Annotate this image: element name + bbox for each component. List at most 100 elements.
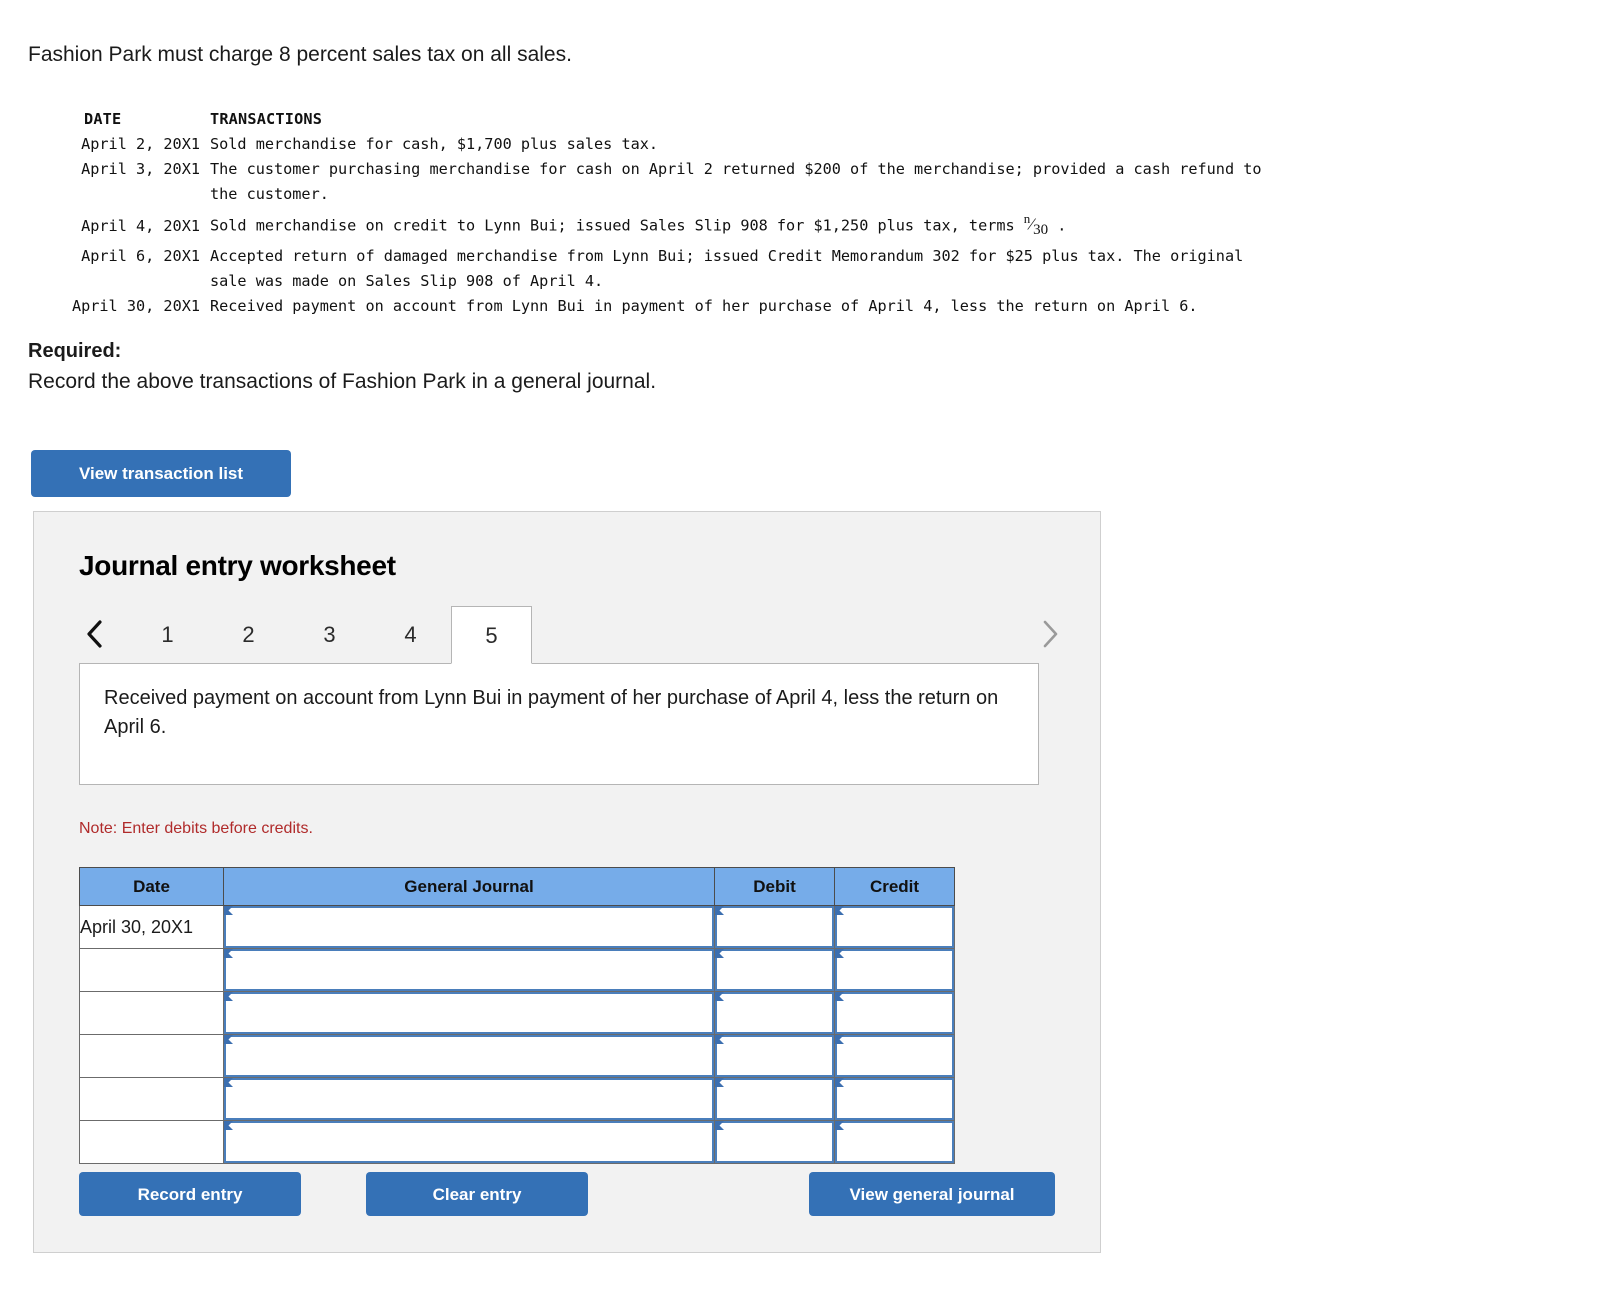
- debit-input[interactable]: [715, 992, 834, 1034]
- tab-3[interactable]: 3: [289, 606, 370, 664]
- date-cell[interactable]: April 30, 20X1: [79, 905, 224, 949]
- debits-before-credits-note: Note: Enter debits before credits.: [79, 820, 313, 837]
- transaction-description-continued: sale was made on Sales Slip 908 of April…: [210, 272, 604, 291]
- dropdown-flag-icon: [835, 1121, 844, 1130]
- debit-cell[interactable]: [714, 948, 835, 992]
- tab-1[interactable]: 1: [127, 606, 208, 664]
- terms-denominator: 30: [1033, 222, 1049, 239]
- transaction-row: April 6, 20X1 Accepted return of damaged …: [28, 244, 1262, 269]
- view-general-journal-button[interactable]: View general journal: [809, 1172, 1055, 1216]
- debit-input[interactable]: [715, 949, 834, 991]
- date-cell[interactable]: [79, 948, 224, 992]
- credit-cell[interactable]: [834, 1120, 955, 1164]
- terms-fraction: n⁄30: [1023, 211, 1049, 239]
- column-header-credit: Credit: [834, 867, 955, 906]
- transaction-date: April 2, 20X1: [81, 135, 200, 153]
- dropdown-flag-icon: [715, 949, 724, 958]
- credit-cell[interactable]: [834, 948, 955, 992]
- dropdown-flag-icon: [835, 1078, 844, 1087]
- debit-input[interactable]: [715, 906, 834, 948]
- credit-input[interactable]: [835, 1121, 954, 1163]
- transaction-date: April 30, 20X1: [71, 297, 200, 316]
- transaction-description: Accepted return of damaged merchandise f…: [210, 247, 1244, 266]
- intro-paragraph: Fashion Park must charge 8 percent sales…: [28, 43, 572, 66]
- general-journal-input[interactable]: [224, 1078, 714, 1120]
- general-journal-cell[interactable]: [223, 1120, 715, 1164]
- transaction-description-box: Received payment on account from Lynn Bu…: [79, 663, 1039, 785]
- transaction-row-continued: the customer.: [28, 182, 1262, 207]
- credit-cell[interactable]: [834, 1077, 955, 1121]
- transaction-row: April 2, 20X1 Sold merchandise for cash, …: [28, 132, 1262, 157]
- record-entry-button[interactable]: Record entry: [79, 1172, 301, 1216]
- transaction-description: Sold merchandise for cash, $1,700 plus s…: [210, 135, 659, 153]
- credit-input[interactable]: [835, 1078, 954, 1120]
- debit-input[interactable]: [715, 1121, 834, 1163]
- required-text: Record the above transactions of Fashion…: [28, 370, 657, 393]
- debit-cell[interactable]: [714, 991, 835, 1035]
- general-journal-input[interactable]: [224, 992, 714, 1034]
- transactions-header: DATE TRANSACTIONS: [28, 107, 1262, 132]
- date-cell[interactable]: [79, 1034, 224, 1078]
- transaction-row: April 3, 20X1 The customer purchasing mer…: [28, 157, 1262, 182]
- worksheet-title: Journal entry worksheet: [79, 550, 396, 581]
- general-journal-input[interactable]: [224, 1121, 714, 1163]
- transaction-row: April 4, 20X1 Sold merchandise on credit …: [28, 207, 1262, 244]
- transaction-date: April 6, 20X1: [81, 247, 200, 266]
- required-label: Required:: [28, 340, 122, 362]
- date-cell[interactable]: [79, 1077, 224, 1121]
- view-transaction-list-button[interactable]: View transaction list: [31, 450, 291, 497]
- chevron-right-icon[interactable]: [1034, 614, 1066, 654]
- general-journal-cell[interactable]: [223, 1034, 715, 1078]
- transaction-description-continued: the customer.: [210, 185, 329, 203]
- credit-cell[interactable]: [834, 1034, 955, 1078]
- general-journal-cell[interactable]: [223, 948, 715, 992]
- dropdown-flag-icon: [224, 1121, 233, 1130]
- column-header-debit: Debit: [714, 867, 835, 906]
- column-header-date: Date: [79, 867, 224, 906]
- date-cell[interactable]: [79, 991, 224, 1035]
- debit-cell[interactable]: [714, 1077, 835, 1121]
- general-journal-cell[interactable]: [223, 991, 715, 1035]
- terms-numerator: n: [1023, 211, 1031, 226]
- general-journal-cell[interactable]: [223, 905, 715, 949]
- debit-input[interactable]: [715, 1078, 834, 1120]
- chevron-left-icon[interactable]: [79, 614, 111, 654]
- dropdown-flag-icon: [224, 949, 233, 958]
- general-journal-input[interactable]: [224, 949, 714, 991]
- debit-cell[interactable]: [714, 1120, 835, 1164]
- table-row: [79, 948, 955, 992]
- tab-4[interactable]: 4: [370, 606, 451, 664]
- credit-input[interactable]: [835, 1035, 954, 1077]
- credit-input[interactable]: [835, 906, 954, 948]
- credit-input[interactable]: [835, 949, 954, 991]
- dropdown-flag-icon: [224, 992, 233, 1001]
- tab-5[interactable]: 5: [451, 606, 532, 664]
- dropdown-flag-icon: [224, 906, 233, 915]
- journal-entry-table: Date General Journal Debit Credit April …: [79, 867, 955, 1164]
- debit-cell[interactable]: [714, 905, 835, 949]
- transaction-date: April 3, 20X1: [81, 160, 200, 178]
- table-row: [79, 1034, 955, 1078]
- credit-cell[interactable]: [834, 991, 955, 1035]
- dropdown-flag-icon: [715, 1035, 724, 1044]
- clear-entry-button[interactable]: Clear entry: [366, 1172, 588, 1216]
- credit-cell[interactable]: [834, 905, 955, 949]
- dropdown-flag-icon: [835, 992, 844, 1001]
- dropdown-flag-icon: [715, 992, 724, 1001]
- credit-input[interactable]: [835, 992, 954, 1034]
- transaction-date: April 4, 20X1: [81, 216, 200, 235]
- tab-2[interactable]: 2: [208, 606, 289, 664]
- transactions-header-transactions: TRANSACTIONS: [210, 110, 323, 128]
- dropdown-flag-icon: [224, 1078, 233, 1087]
- table-row: April 30, 20X1: [79, 905, 955, 949]
- dropdown-flag-icon: [835, 906, 844, 915]
- general-journal-input[interactable]: [224, 906, 714, 948]
- date-cell[interactable]: [79, 1120, 224, 1164]
- debit-cell[interactable]: [714, 1034, 835, 1078]
- general-journal-input[interactable]: [224, 1035, 714, 1077]
- debit-input[interactable]: [715, 1035, 834, 1077]
- transaction-description: The customer purchasing merchandise for …: [210, 160, 1262, 178]
- general-journal-cell[interactable]: [223, 1077, 715, 1121]
- table-row: [79, 1077, 955, 1121]
- journal-entry-worksheet-panel: Journal entry worksheet 12345 Received p…: [33, 511, 1101, 1253]
